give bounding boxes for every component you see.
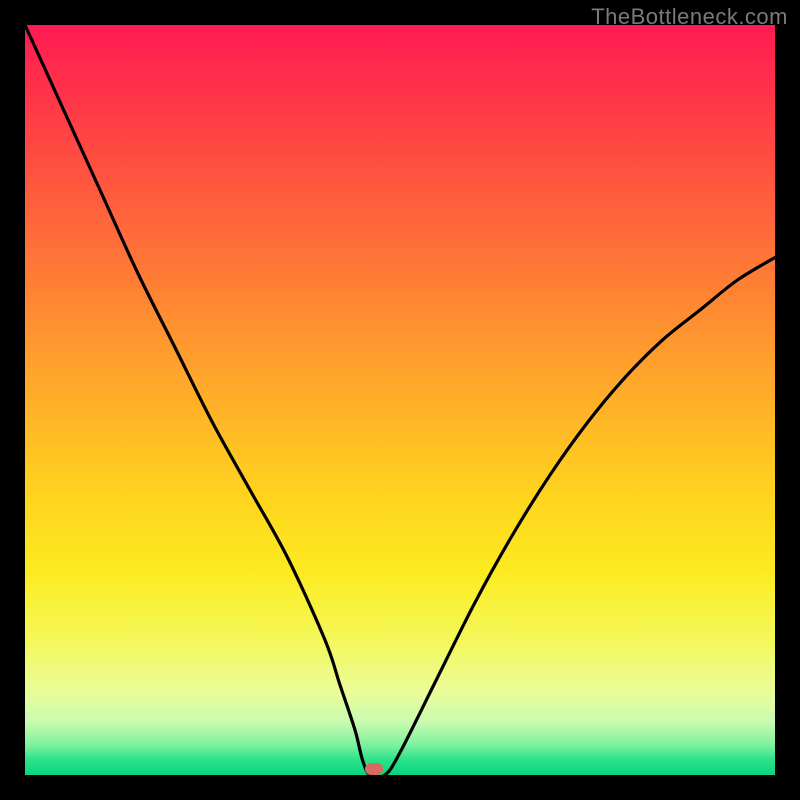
optimal-marker [365, 763, 383, 775]
curve-svg [25, 25, 775, 775]
outer-frame: TheBottleneck.com [0, 0, 800, 800]
plot-area [25, 25, 775, 775]
bottleneck-curve [25, 25, 775, 777]
